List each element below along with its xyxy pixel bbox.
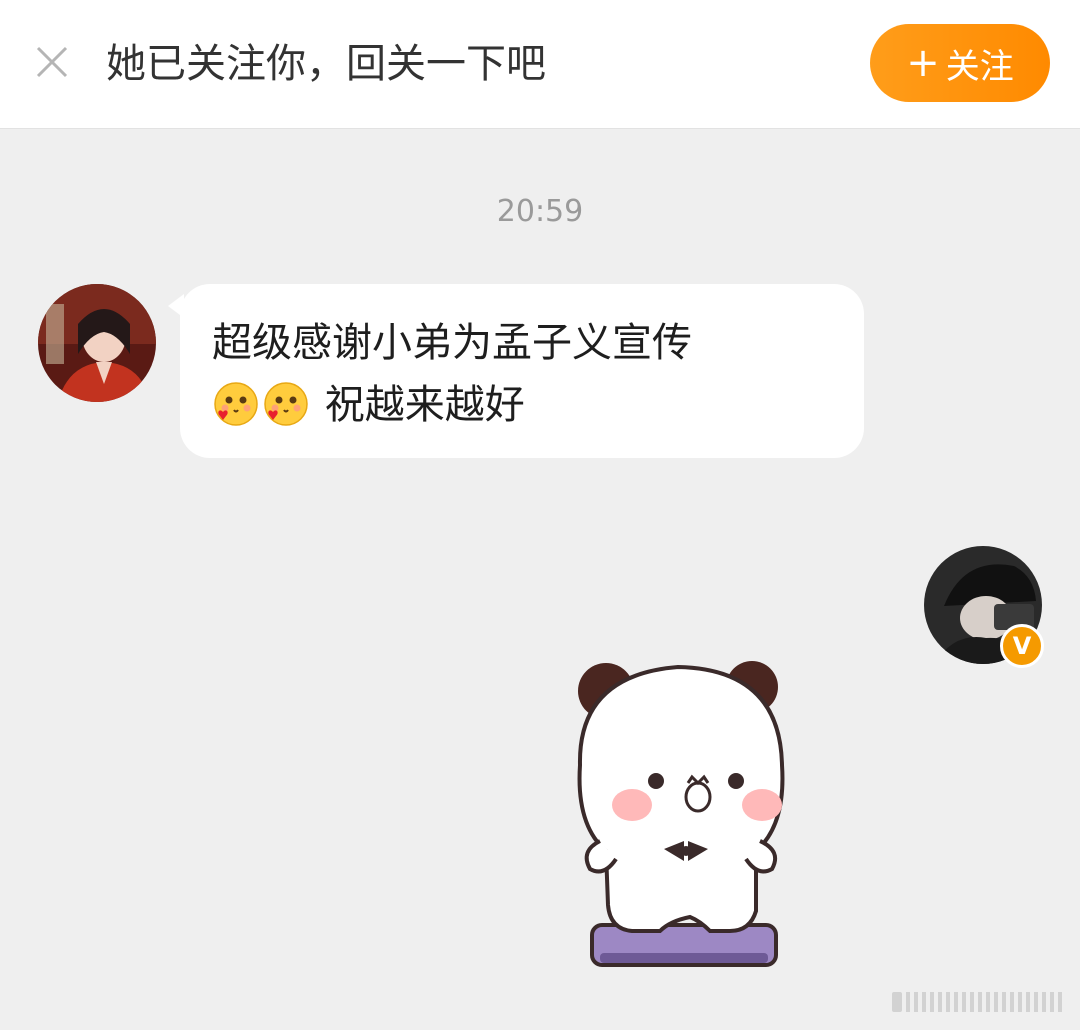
close-icon[interactable]	[32, 42, 72, 82]
follow-prompt-bar: 她已关注你，回关一下吧 + 关注	[0, 0, 1080, 129]
sender-avatar[interactable]	[38, 284, 156, 402]
avatar-image	[38, 284, 156, 402]
message-text-line-2: 祝越来越好	[212, 374, 832, 436]
message-timestamp: 20:59	[496, 194, 584, 229]
follow-button[interactable]: + 关注	[870, 24, 1050, 102]
message-text-line-1: 超级感谢小弟为孟子义宣传	[212, 320, 692, 366]
smiling-heart-emoji	[212, 380, 260, 428]
panda-on-scale-sticker[interactable]	[560, 655, 800, 985]
follow-button-label: 关注	[945, 46, 1014, 87]
follow-prompt-text: 她已关注你，回关一下吧	[106, 41, 546, 87]
plus-icon: +	[906, 40, 940, 86]
message-text-tail: 祝越来越好	[324, 382, 525, 428]
verified-badge: V	[1000, 624, 1044, 668]
message-bubble[interactable]: 超级感谢小弟为孟子义宣传 祝越来越好	[168, 284, 864, 458]
watermark-logo	[892, 992, 1062, 1012]
smiling-heart-emoji	[262, 380, 310, 428]
